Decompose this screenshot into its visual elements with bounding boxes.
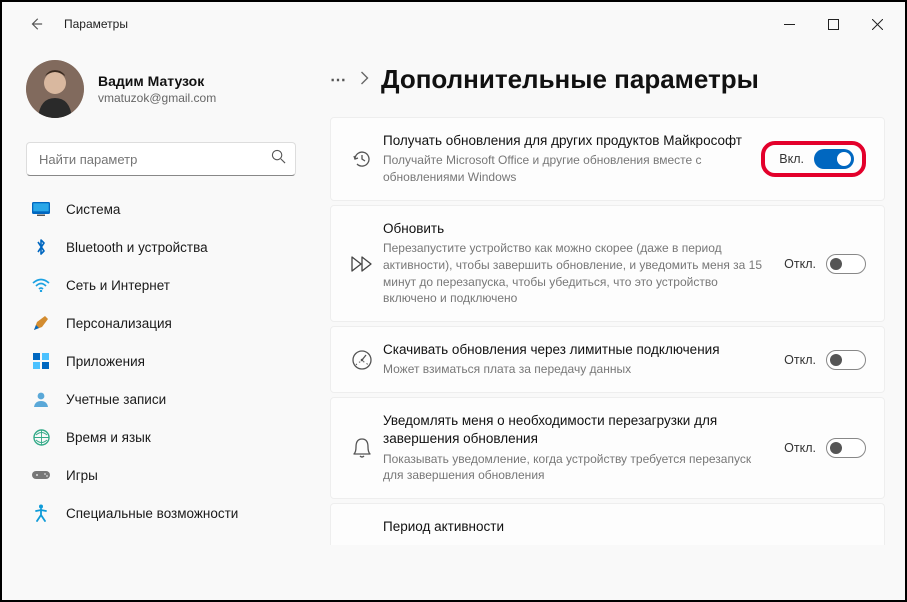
history-icon [341,148,383,170]
toggle-switch[interactable] [826,350,866,370]
nav-item-label: Игры [66,468,98,483]
page-title: Дополнительные параметры [381,64,759,95]
card-control: Откл. [784,254,866,274]
acct-icon [32,390,50,408]
nav-list: Система Bluetooth и устройства Сеть и Инте… [22,190,300,600]
breadcrumb: ⋯ Дополнительные параметры [330,64,885,95]
ff-icon [341,255,383,273]
toggle-label: Вкл. [779,152,804,166]
nav-item-label: Сеть и Интернет [66,278,170,293]
setting-card[interactable]: Получать обновления для других продуктов… [330,117,885,201]
search-box [26,142,296,176]
nav-item[interactable]: Bluetooth и устройства [22,228,300,266]
window-title: Параметры [64,17,128,31]
net-icon [32,276,50,294]
sidebar: Вадим Матузок vmatuzok@gmail.com Система… [2,46,312,600]
access-icon [32,504,50,522]
system-icon [32,200,50,218]
card-description: Показывать уведомление, когда устройству… [383,451,772,485]
nav-item[interactable]: Время и язык [22,418,300,456]
meter-icon [341,349,383,371]
profile-email: vmatuzok@gmail.com [98,91,216,105]
bell-icon [341,437,383,459]
nav-item[interactable]: Специальные возможности [22,494,300,532]
bt-icon [32,238,50,256]
card-title: Период активности [383,518,854,536]
toggle-switch[interactable] [826,254,866,274]
card-title: Обновить [383,220,772,238]
arrow-left-icon [29,17,43,31]
perso-icon [32,314,50,332]
toggle-switch[interactable] [814,149,854,169]
highlight-annotation: Вкл. [761,141,866,177]
game-icon [32,466,50,484]
setting-card[interactable]: Уведомлять меня о необходимости перезагр… [330,397,885,499]
breadcrumb-ellipsis[interactable]: ⋯ [330,70,348,90]
window-controls [767,8,899,40]
nav-item[interactable]: Сеть и Интернет [22,266,300,304]
card-description: Перезапустите устройство как можно скоре… [383,240,772,307]
titlebar: Параметры [2,2,905,46]
nav-item[interactable]: Учетные записи [22,380,300,418]
card-control: Откл. [784,438,866,458]
setting-card[interactable]: Обновить Перезапустите устройство как мож… [330,205,885,322]
nav-item-label: Время и язык [66,430,151,445]
main-content: ⋯ Дополнительные параметры Получать обно… [312,46,905,600]
chevron-right-icon [360,71,369,88]
time-icon [32,428,50,446]
profile-name: Вадим Матузок [98,73,216,89]
maximize-button[interactable] [811,8,855,40]
card-title: Уведомлять меня о необходимости перезагр… [383,412,772,448]
card-control: Откл. [784,350,866,370]
nav-item-label: Приложения [66,354,145,369]
toggle-label: Откл. [784,257,816,271]
card-description: Получайте Microsoft Office и другие обно… [383,152,749,186]
back-button[interactable] [24,12,48,36]
setting-card[interactable]: Скачивать обновления через лимитные подк… [330,326,885,393]
profile-block[interactable]: Вадим Матузок vmatuzok@gmail.com [22,50,300,138]
card-title: Получать обновления для других продуктов… [383,132,749,150]
nav-item[interactable]: Игры [22,456,300,494]
avatar [26,60,84,118]
toggle-switch[interactable] [826,438,866,458]
settings-cards: Получать обновления для других продуктов… [330,117,885,545]
toggle-label: Откл. [784,353,816,367]
apps-icon [32,352,50,370]
close-button[interactable] [855,8,899,40]
nav-item-label: Специальные возможности [66,506,238,521]
card-title: Скачивать обновления через лимитные подк… [383,341,772,359]
toggle-label: Откл. [784,441,816,455]
nav-item[interactable]: Приложения [22,342,300,380]
nav-item[interactable]: Персонализация [22,304,300,342]
setting-card[interactable]: Период активности [330,503,885,545]
nav-item-label: Учетные записи [66,392,166,407]
settings-window: Параметры Вадим Матузок vmatuzok@gmail.c… [0,0,907,602]
card-control: Вкл. [761,141,866,177]
card-description: Может взиматься плата за передачу данных [383,361,772,378]
nav-item-label: Bluetooth и устройства [66,240,208,255]
minimize-button[interactable] [767,8,811,40]
nav-item[interactable]: Система [22,190,300,228]
search-input[interactable] [26,142,296,176]
nav-item-label: Персонализация [66,316,172,331]
nav-item-label: Система [66,202,120,217]
